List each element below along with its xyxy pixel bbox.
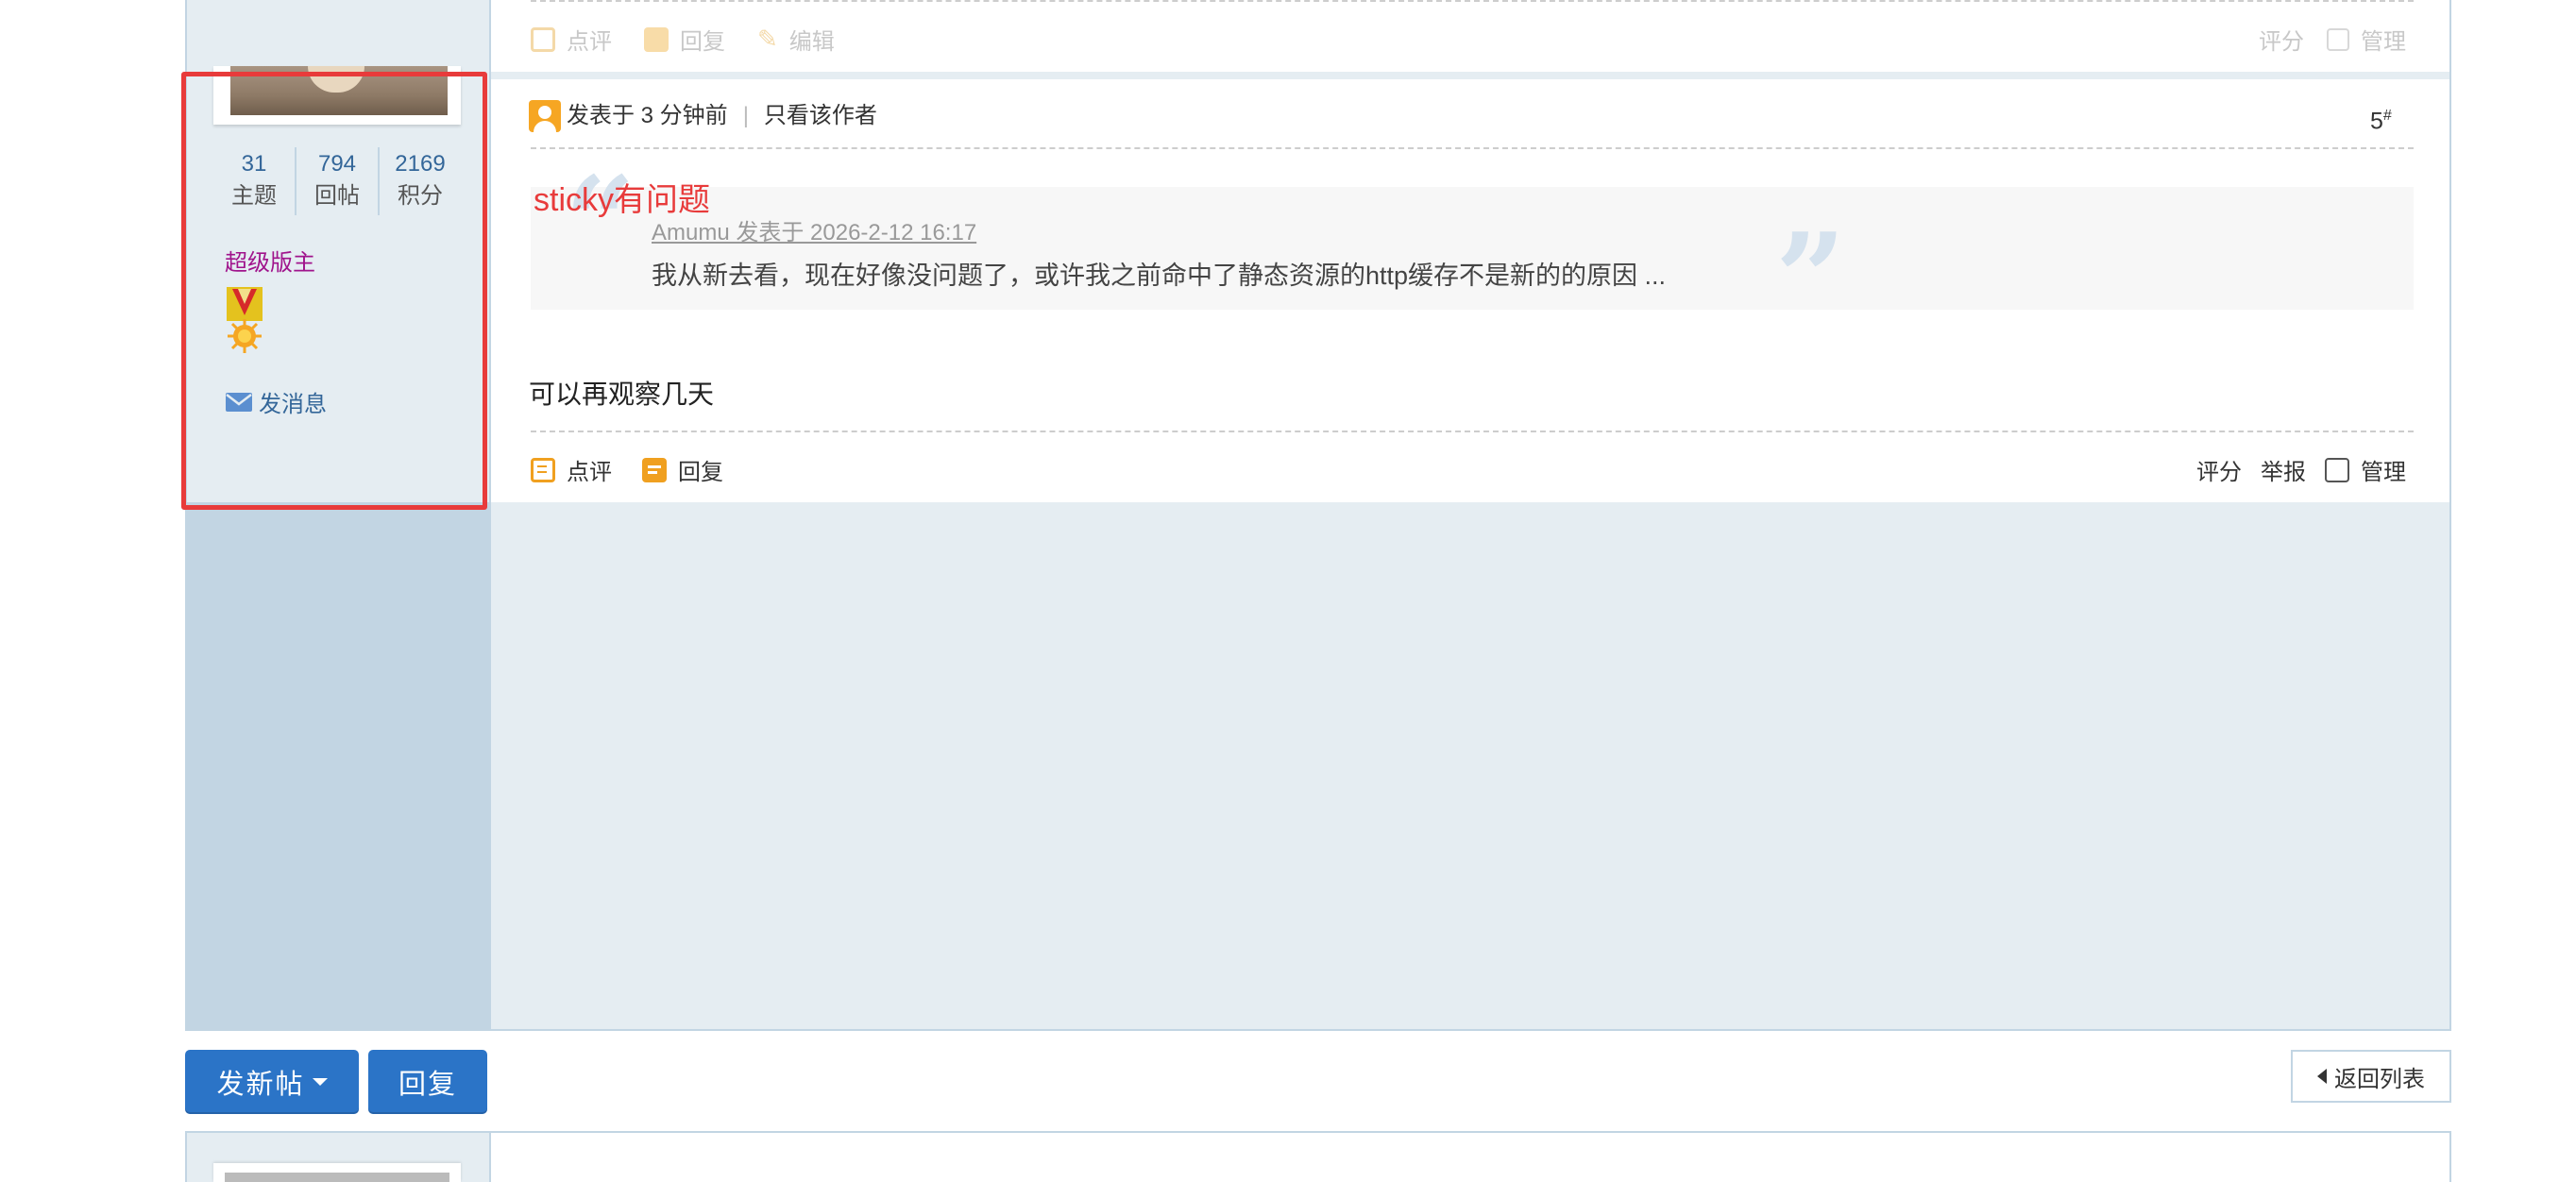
post-footer-divider bbox=[531, 431, 2414, 432]
prev-manage-toggle[interactable]: 管理 bbox=[2327, 23, 2406, 56]
comment-button[interactable]: 点评 bbox=[531, 453, 612, 486]
report-label: 举报 bbox=[2261, 460, 2306, 485]
floor-number-sup: # bbox=[2382, 108, 2392, 124]
report-button[interactable]: 举报 bbox=[2261, 453, 2306, 486]
caret-left-icon bbox=[2317, 1069, 2327, 1084]
new-post-label: 发新帖 bbox=[216, 1070, 305, 1100]
rate-label: 评分 bbox=[2196, 460, 2242, 485]
post-timestamp: 发表于 3 分钟前 bbox=[567, 103, 728, 128]
reply-icon bbox=[642, 457, 667, 482]
reply-icon bbox=[644, 26, 669, 52]
pencil-icon: ✎ bbox=[757, 25, 778, 53]
prev-reply-label: 回复 bbox=[680, 29, 725, 55]
prev-comment-label: 点评 bbox=[567, 29, 612, 55]
manage-checkbox[interactable] bbox=[2325, 457, 2349, 482]
comment-label: 点评 bbox=[567, 460, 612, 485]
rate-button[interactable]: 评分 bbox=[2196, 453, 2242, 486]
next-post-table bbox=[185, 1131, 2451, 1182]
next-avatar[interactable] bbox=[225, 1173, 449, 1182]
post-separator bbox=[491, 72, 2449, 79]
floor-number[interactable]: 5# bbox=[2370, 100, 2392, 137]
prev-edit-button[interactable]: ✎ 编辑 bbox=[757, 23, 835, 56]
post-body: 可以再观察几天 bbox=[529, 380, 715, 409]
prev-post-divider bbox=[531, 0, 2414, 2]
author-icon bbox=[529, 100, 561, 132]
prev-manage-checkbox[interactable] bbox=[2327, 27, 2349, 51]
quote-text: 我从新去看，现在好像没问题了，或许我之前命中了静态资源的http缓存不是新的的原… bbox=[652, 262, 1667, 290]
prev-rate-button[interactable]: 评分 bbox=[2259, 23, 2304, 56]
reply-main-label: 回复 bbox=[398, 1070, 457, 1100]
reply-button[interactable]: 回复 bbox=[642, 453, 723, 486]
post-meta: 发表于 3 分钟前 | 只看该作者 bbox=[567, 100, 877, 132]
post-header-divider bbox=[531, 147, 2414, 149]
prev-manage-label: 管理 bbox=[2361, 29, 2406, 55]
highlight-annotation-box bbox=[181, 72, 487, 510]
next-sidebar-divider bbox=[489, 1133, 491, 1182]
manage-label: 管理 bbox=[2361, 460, 2406, 485]
back-to-list-button[interactable]: 返回列表 bbox=[2291, 1050, 2451, 1103]
comment-icon bbox=[531, 26, 555, 52]
floor-number-value: 5 bbox=[2370, 108, 2383, 135]
reply-label: 回复 bbox=[678, 460, 723, 485]
prev-reply-button[interactable]: 回复 bbox=[644, 23, 725, 56]
reply-main-button[interactable]: 回复 bbox=[368, 1050, 487, 1114]
prev-comment-button[interactable]: 点评 bbox=[531, 23, 612, 56]
back-to-list-label: 返回列表 bbox=[2334, 1066, 2425, 1092]
quote-author-link[interactable]: Amumu 发表于 2026-2-12 16:17 bbox=[652, 213, 976, 246]
manage-toggle[interactable]: 管理 bbox=[2325, 453, 2406, 486]
meta-separator: | bbox=[742, 103, 749, 128]
new-post-button[interactable]: 发新帖 bbox=[185, 1050, 359, 1114]
prev-rate-label: 评分 bbox=[2259, 29, 2304, 55]
caret-down-icon bbox=[312, 1078, 328, 1086]
only-author-link[interactable]: 只看该作者 bbox=[764, 100, 877, 132]
close-quote-icon: ” bbox=[1775, 206, 1846, 350]
comment-icon bbox=[531, 457, 555, 482]
prev-edit-label: 编辑 bbox=[788, 29, 835, 55]
